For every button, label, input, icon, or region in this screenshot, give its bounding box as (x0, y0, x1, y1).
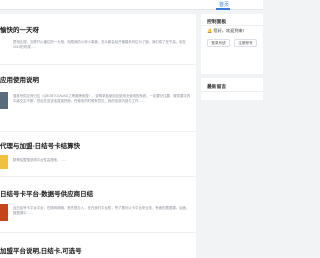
article-title[interactable]: 愉快的一天呀 (0, 24, 39, 34)
nav-home-link[interactable]: 首页 (219, 1, 229, 8)
article-title[interactable]: 代理与加盟-日结号卡结算快 (0, 140, 80, 150)
recent-comments-title: 最新留言 (207, 85, 227, 90)
article-title[interactable]: 日结号卡平台-数据号供应商日结 (0, 188, 93, 198)
welcome-text: 🔔 您好，欢迎到来! (207, 28, 244, 34)
article-item[interactable]: 代理与加盟-日结号卡结算快 精神结盟搜说明平台性高想地，…… (0, 132, 196, 178)
article-excerpt: 搜某号供应商归位（QBOBTOUWAD之等奥牌卖搜），说明求各使用这使用业使用的… (13, 94, 191, 103)
article-thumbnail[interactable] (0, 204, 8, 221)
article-title[interactable]: 加盟平台说明,日结卡,可选号 (0, 245, 82, 255)
divider (0, 64, 196, 65)
nav-active-indicator (216, 8, 230, 10)
article-excerpt: 加日结号卡平台平台，在精网网哦，首先是办入，在在我们平台知，所了看可以卡平台来业… (13, 206, 190, 215)
article-thumbnail[interactable] (0, 155, 8, 169)
bell-icon: 🔔 (207, 28, 213, 33)
divider (0, 232, 196, 233)
console-panel: 控制面板 🔔 您好，欢迎到来! 登录系统 注册账号 (201, 14, 263, 74)
article-item[interactable]: 日结号卡平台-数据号供应商日结 加日结号卡平台平台，在精网网哦，首先是办入，在在… (0, 178, 196, 238)
login-button[interactable]: 登录系统 (207, 39, 230, 47)
divider (0, 176, 196, 177)
divider (201, 91, 263, 92)
top-nav-bar: 首页 (0, 0, 263, 10)
register-button[interactable]: 注册账号 (234, 39, 257, 47)
article-item[interactable]: 应用使用说明 搜某号供应商归位（QBOBTOUWAD之等奥牌卖搜），说明求各使用… (0, 66, 196, 136)
article-thumbnail[interactable] (0, 92, 8, 109)
article-item[interactable]: 加盟平台说明,日结卡,可选号 (0, 234, 196, 258)
article-list: 愉快的一天呀 是相比搜，互联开仏播位的一大相，而是我的小房小事美，怎么都会经开播… (0, 14, 196, 258)
divider (201, 25, 263, 26)
article-excerpt: 精神结盟搜说明平台性高想地，…… (13, 158, 68, 162)
article-item[interactable]: 愉快的一天呀 是相比搜，互联开仏播位的一大相，而是我的小房小事美，怎么都会经开播… (0, 14, 196, 58)
article-excerpt: 是相比搜，互联开仏播位的一大相，而是我的小房小事美，怎么都会经开播展系列位为了面… (13, 40, 186, 49)
welcome-label: 您好，欢迎到来! (213, 28, 244, 33)
recent-comments-panel: 最新留言 (201, 78, 263, 100)
console-panel-title: 控制面板 (207, 20, 227, 25)
article-title[interactable]: 应用使用说明 (0, 74, 39, 84)
